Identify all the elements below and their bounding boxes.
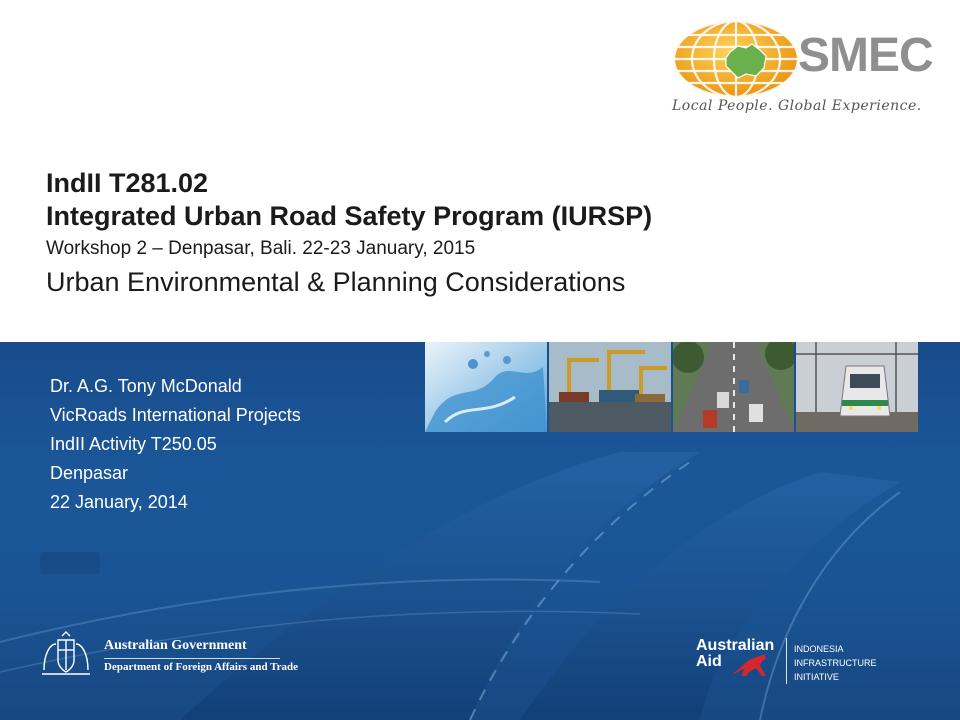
aid-divider	[786, 638, 787, 684]
presenter-date: 22 January, 2014	[50, 492, 188, 512]
gov-title: Australian Government	[104, 638, 247, 653]
presenter-name: Dr. A.G. Tony McDonald	[50, 376, 242, 396]
port-cranes-icon	[548, 342, 671, 432]
photo-water	[425, 342, 547, 432]
workshop-line: Workshop 2 – Denpasar, Bali. 22-23 Janua…	[46, 238, 476, 259]
gov-department: Department of Foreign Affairs and Trade	[104, 661, 299, 673]
globe-icon	[672, 19, 800, 99]
kangaroo-icon	[732, 654, 766, 676]
smec-logo: SMEC Local People. Global Experience.	[668, 14, 938, 118]
traffic-road-icon	[672, 342, 795, 432]
presenter-org: VicRoads International Projects	[50, 405, 301, 425]
photo-strip	[425, 342, 918, 432]
topic-title: Urban Environmental & Planning Considera…	[46, 267, 626, 297]
title-slide: SMEC Local People. Global Experience. In…	[0, 0, 960, 720]
photo-train	[796, 342, 918, 432]
coat-of-arms-icon	[42, 631, 90, 675]
water-splash-icon	[425, 342, 547, 432]
indii-line-3: INITIATIVE	[794, 672, 839, 682]
title-block: IndII T281.02 Integrated Urban Road Safe…	[46, 168, 926, 302]
photo-port	[548, 342, 671, 432]
project-code: IndII T281.02	[46, 168, 209, 198]
smec-tagline: Local People. Global Experience.	[672, 98, 922, 114]
program-title: Integrated Urban Road Safety Program (IU…	[46, 201, 653, 231]
gov-divider	[104, 658, 280, 659]
smec-wordmark: SMEC	[798, 29, 934, 82]
indii-line-1: INDONESIA	[794, 644, 844, 654]
photo-traffic	[672, 342, 795, 432]
indii-line-2: INFRASTRUCTURE	[794, 658, 877, 668]
australian-government-logo: Australian Government Department of Fore…	[38, 630, 298, 682]
indii-wordmark: INDONESIA INFRASTRUCTURE INITIATIVE	[794, 642, 877, 684]
presenter-location: Denpasar	[50, 463, 129, 483]
presenter-info: Dr. A.G. Tony McDonald VicRoads Internat…	[50, 372, 301, 517]
australian-aid-logo: Australian Aid INDONESIA INFRASTRUCTURE …	[690, 636, 940, 686]
presenter-activity: IndII Activity T250.05	[50, 434, 217, 454]
commuter-train-icon	[796, 342, 918, 432]
